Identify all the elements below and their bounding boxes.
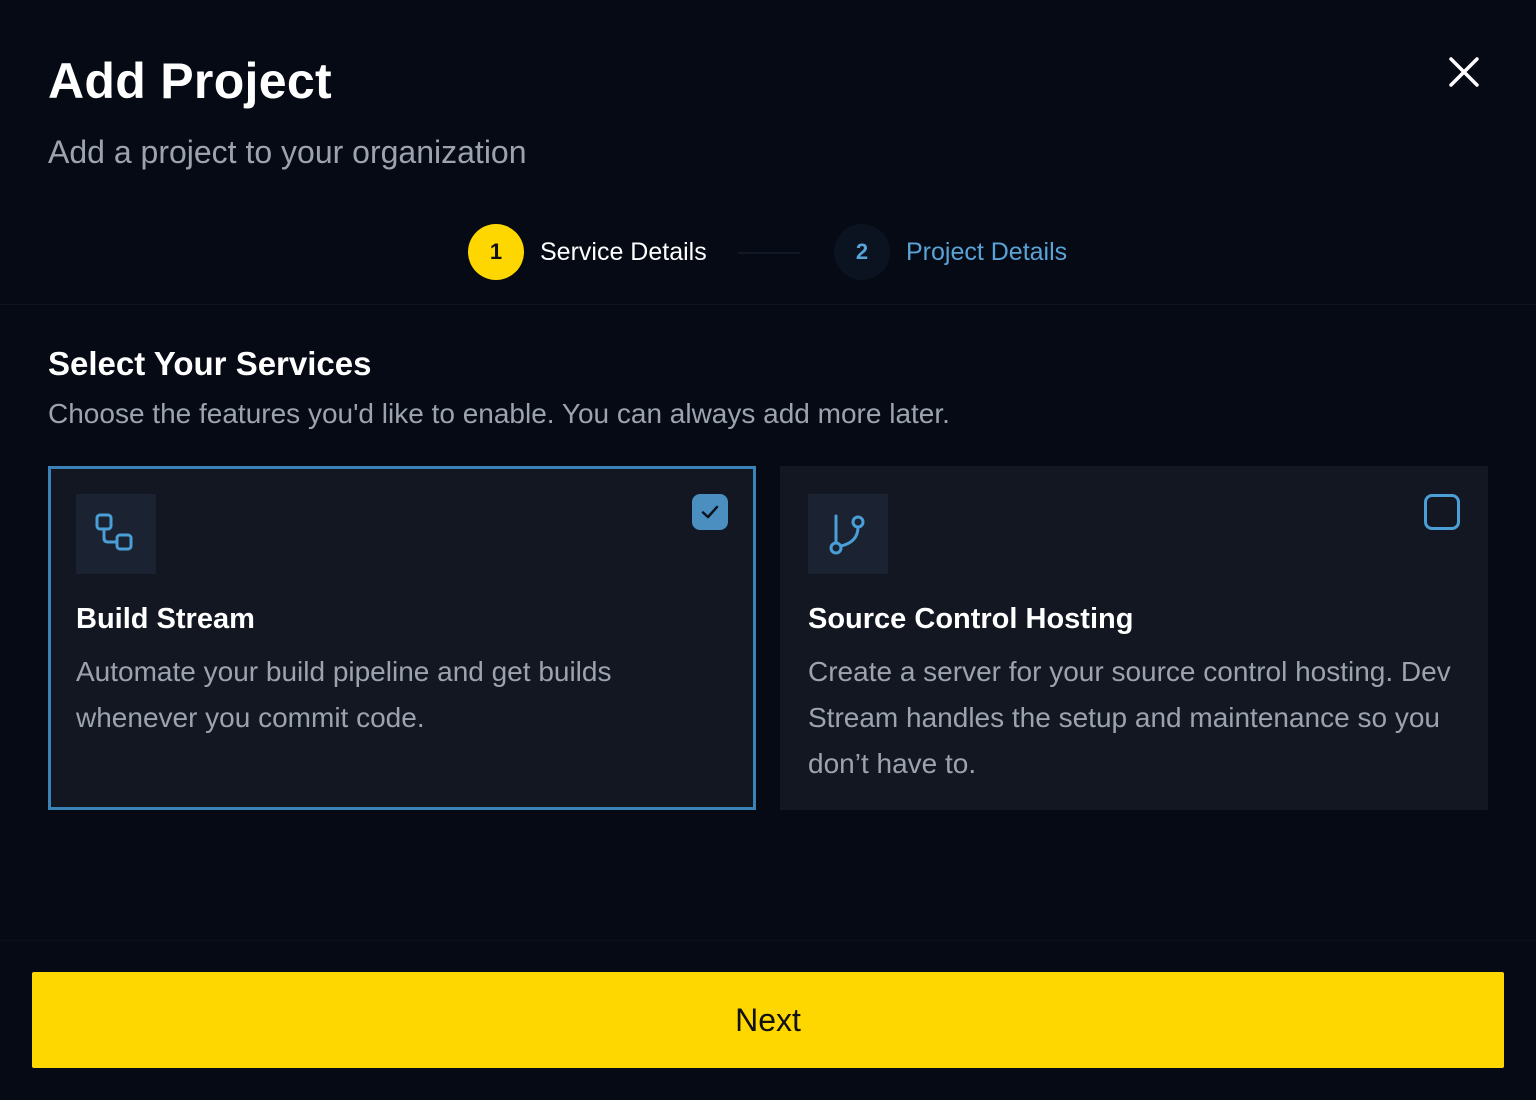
service-card-build-stream[interactable]: Build Stream Automate your build pipelin…	[48, 466, 756, 810]
step-label: Project Details	[906, 237, 1068, 266]
step-service-details[interactable]: 1 Service Details	[468, 224, 707, 280]
git-branch-icon	[829, 514, 865, 555]
close-button[interactable]	[1440, 48, 1488, 96]
service-card-source-control-hosting[interactable]: Source Control Hosting Create a server f…	[780, 466, 1488, 810]
card-icon-tile	[76, 494, 156, 574]
card-icon-tile	[808, 494, 888, 574]
card-description: Create a server for your source control …	[808, 656, 1451, 779]
step-number-badge: 2	[834, 224, 890, 280]
check-icon	[701, 505, 719, 519]
card-checkbox[interactable]	[1424, 494, 1460, 530]
workflow-icon	[95, 513, 133, 551]
step-number-badge: 1	[468, 224, 524, 280]
add-project-modal: Add Project Add a project to your organi…	[0, 0, 1536, 1100]
section-subtitle: Choose the features you'd like to enable…	[48, 398, 950, 429]
modal-subtitle: Add a project to your organization	[48, 134, 527, 170]
next-button[interactable]: Next	[32, 972, 1504, 1068]
step-project-details[interactable]: 2 Project Details	[834, 224, 1067, 280]
step-connector	[738, 252, 800, 254]
modal-title: Add Project	[48, 53, 332, 109]
card-description: Automate your build pipeline and get bui…	[76, 656, 612, 733]
card-checkbox[interactable]	[692, 494, 728, 530]
card-title: Source Control Hosting	[808, 603, 1134, 635]
close-icon	[1449, 57, 1479, 87]
stepper: 1 Service Details 2 Project Details	[0, 200, 1536, 305]
card-title: Build Stream	[76, 603, 255, 635]
step-label: Service Details	[540, 237, 707, 266]
section-title: Select Your Services	[48, 345, 372, 382]
